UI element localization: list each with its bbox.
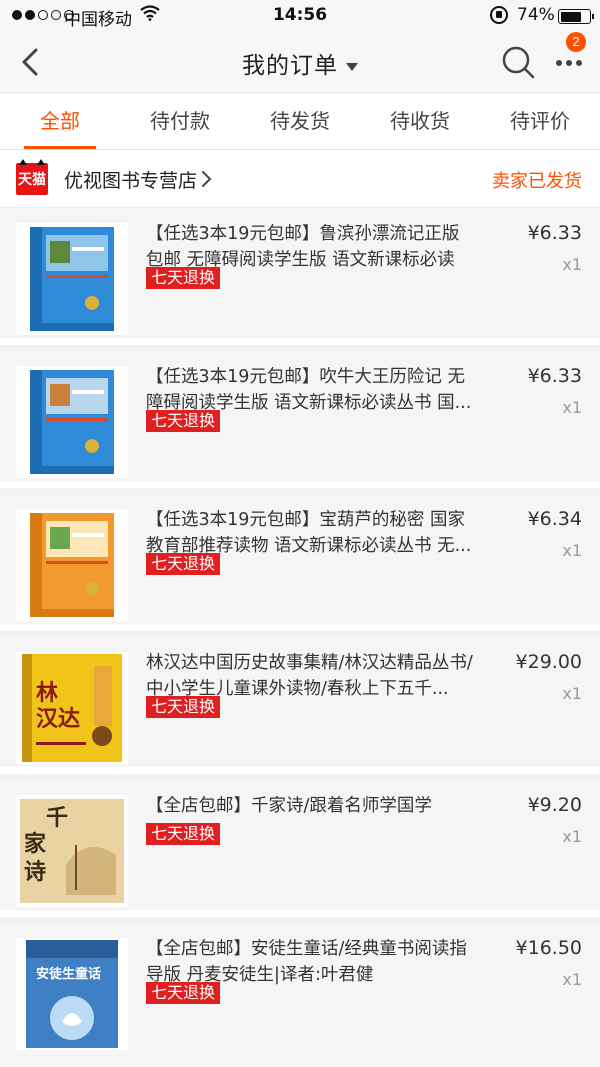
product-image: 千 家 诗	[16, 795, 128, 907]
product-quantity: x1	[562, 255, 582, 274]
product-image: 林 汉达	[16, 652, 128, 764]
caret-down-icon	[346, 62, 358, 71]
order-item[interactable]: 千 家 诗 【全店包邮】千家诗/跟着名师学国学 七天退换 ¥9.20 x1	[0, 781, 600, 917]
product-price: ¥16.50	[515, 937, 582, 959]
order-item[interactable]: 【任选3本19元包邮】鲁滨孙漂流记正版包邮 无障碍阅读学生版 语文新课标必读丛.…	[0, 209, 600, 345]
order-item[interactable]: 安徒生童话 【全店包邮】安徒生童话/经典童书阅读指导版 丹麦安徒生|译者:叶君健…	[0, 924, 600, 1067]
return-policy-tag: 七天退换	[146, 553, 221, 575]
rotation-lock-icon	[490, 6, 508, 24]
return-policy-tag: 七天退换	[146, 267, 221, 289]
product-title[interactable]: 【任选3本19元包邮】吹牛大王历险记 无障碍阅读学生版 语文新课标必读丛书 国.…	[146, 364, 476, 416]
tab-pending-review[interactable]: 待评价	[480, 93, 600, 149]
product-quantity: x1	[562, 398, 582, 417]
navigation-bar: 我的订单 2	[0, 32, 600, 92]
svg-text:林: 林	[36, 681, 58, 706]
order-tabs: 全部 待付款 待发货 待收货 待评价	[0, 92, 600, 150]
status-bar: 中国移动 14:56 74%	[0, 0, 600, 32]
more-options-icon[interactable]	[552, 50, 586, 76]
shop-header: 天猫 优视图书专营店 卖家已发货	[0, 150, 600, 208]
notification-badge: 2	[566, 32, 586, 52]
tab-pending-payment[interactable]: 待付款	[120, 93, 240, 149]
tab-pending-receipt[interactable]: 待收货	[360, 93, 480, 149]
product-price: ¥29.00	[515, 651, 582, 673]
product-image	[16, 366, 128, 478]
product-quantity: x1	[562, 541, 582, 560]
product-title[interactable]: 【任选3本19元包邮】鲁滨孙漂流记正版包邮 无障碍阅读学生版 语文新课标必读丛.…	[146, 221, 476, 273]
svg-text:汉达: 汉达	[36, 707, 80, 732]
product-image	[16, 223, 128, 335]
svg-text:千: 千	[46, 806, 68, 831]
svg-text:家: 家	[24, 831, 47, 857]
tab-pending-shipment[interactable]: 待发货	[240, 93, 360, 149]
search-icon[interactable]	[500, 44, 536, 80]
order-status-label: 卖家已发货	[492, 171, 582, 192]
svg-text:诗: 诗	[24, 860, 46, 885]
status-time: 14:56	[272, 5, 328, 25]
product-title[interactable]: 【任选3本19元包邮】宝葫芦的秘密 国家教育部推荐读物 语文新课标必读丛书 无.…	[146, 507, 476, 559]
product-title[interactable]: 林汉达中国历史故事集精/林汉达精品丛书/中小学生儿童课外读物/春秋上下五千...	[146, 650, 476, 702]
battery-percentage: 74%	[517, 5, 555, 25]
order-item[interactable]: 【任选3本19元包邮】吹牛大王历险记 无障碍阅读学生版 语文新课标必读丛书 国.…	[0, 352, 600, 488]
order-item[interactable]: 【任选3本19元包邮】宝葫芦的秘密 国家教育部推荐读物 语文新课标必读丛书 无.…	[0, 495, 600, 631]
return-policy-tag: 七天退换	[146, 982, 221, 1004]
tmall-logo-icon: 天猫	[16, 159, 48, 195]
product-quantity: x1	[562, 970, 582, 989]
product-quantity: x1	[562, 684, 582, 703]
product-image: 安徒生童话	[16, 938, 128, 1050]
product-price: ¥6.34	[527, 508, 582, 530]
return-policy-tag: 七天退换	[146, 696, 221, 718]
product-price: ¥6.33	[527, 365, 582, 387]
svg-text:安徒生童话: 安徒生童话	[36, 966, 101, 982]
return-policy-tag: 七天退换	[146, 823, 221, 845]
page-title: 我的订单	[242, 53, 338, 79]
tab-all[interactable]: 全部	[0, 93, 120, 149]
order-item[interactable]: 林 汉达 林汉达中国历史故事集精/林汉达精品丛书/中小学生儿童课外读物/春秋上下…	[0, 638, 600, 774]
page-title-dropdown[interactable]: 我的订单	[242, 46, 358, 80]
product-title[interactable]: 【全店包邮】安徒生童话/经典童书阅读指导版 丹麦安徒生|译者:叶君健	[146, 936, 476, 988]
chevron-right-icon[interactable]	[200, 170, 214, 188]
product-image	[16, 509, 128, 621]
return-policy-tag: 七天退换	[146, 410, 221, 432]
battery-icon	[558, 9, 594, 24]
shop-name-link[interactable]: 优视图书专营店	[64, 166, 197, 193]
product-price: ¥6.33	[527, 222, 582, 244]
product-quantity: x1	[562, 827, 582, 846]
product-price: ¥9.20	[527, 794, 582, 816]
back-arrow-icon[interactable]	[14, 44, 50, 80]
